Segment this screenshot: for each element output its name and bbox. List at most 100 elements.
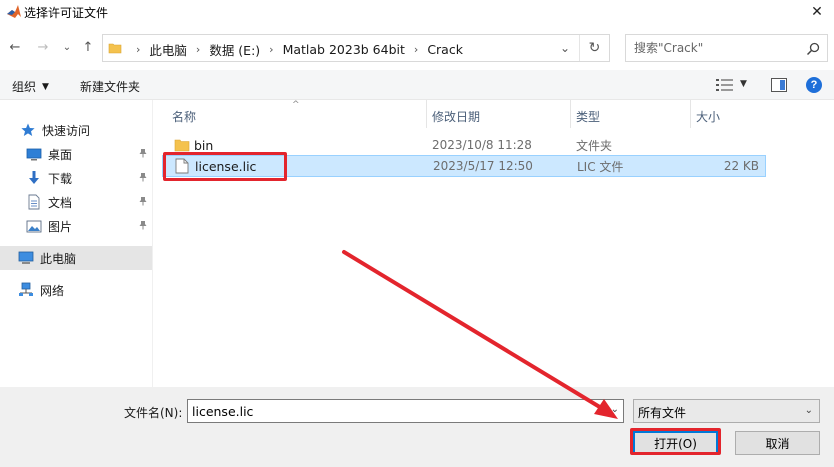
column-header-date[interactable]: 修改日期 xyxy=(432,108,480,125)
sidebar-item-label: 网络 xyxy=(40,283,65,298)
sidebar-item-label: 此电脑 xyxy=(40,251,77,266)
sidebar-item-pictures[interactable]: 图片 xyxy=(0,214,152,238)
open-button[interactable]: 打开(O) xyxy=(633,431,718,455)
search-box[interactable] xyxy=(625,34,828,62)
up-button[interactable]: ↑ xyxy=(79,38,97,56)
column-header-type[interactable]: 类型 xyxy=(576,108,600,125)
search-input[interactable] xyxy=(634,40,804,56)
column-header-size[interactable]: 大小 xyxy=(696,108,720,125)
file-name: license.lic xyxy=(195,158,257,174)
filename-combobox[interactable]: ⌄ xyxy=(187,399,624,423)
filename-label: 文件名(N): xyxy=(124,406,183,420)
breadcrumb: › 此电脑 › 数据 (E:) › Matlab 2023b 64bit › C… xyxy=(127,40,463,59)
matlab-icon xyxy=(7,5,21,18)
column-divider[interactable] xyxy=(570,100,571,128)
view-options-caret-icon[interactable]: ▼ xyxy=(740,79,747,89)
breadcrumb-separator: › xyxy=(413,42,419,56)
cancel-button[interactable]: 取消 xyxy=(735,431,820,455)
address-history-button[interactable]: ⌄ xyxy=(557,40,573,56)
cancel-button-label: 取消 xyxy=(765,436,790,451)
new-folder-label: 新建文件夹 xyxy=(80,80,141,94)
download-icon xyxy=(29,171,39,184)
breadcrumb-item-crack[interactable]: Crack xyxy=(427,42,463,57)
file-list: ^ 名称 修改日期 类型 大小 bin 2023/10/8 11:28 文件夹 … xyxy=(154,100,834,387)
forward-arrow-icon: → xyxy=(37,39,49,55)
new-folder-button[interactable]: 新建文件夹 xyxy=(80,78,140,95)
window-title: 选择许可证文件 xyxy=(24,6,109,20)
sidebar-item-label: 下载 xyxy=(48,171,73,186)
file-type: LIC 文件 xyxy=(577,159,624,174)
folder-icon xyxy=(108,43,122,54)
chevron-down-icon: ⌄ xyxy=(804,405,813,416)
back-arrow-icon: ← xyxy=(9,39,21,55)
file-date: 2023/5/17 12:50 xyxy=(433,159,533,173)
address-bar[interactable]: › 此电脑 › 数据 (E:) › Matlab 2023b 64bit › C… xyxy=(102,34,610,62)
close-button[interactable]: ✕ xyxy=(800,0,834,24)
chevron-down-icon[interactable]: ⌄ xyxy=(611,404,619,415)
sort-ascending-icon: ^ xyxy=(292,100,300,110)
dialog-footer: 文件名(N): ⌄ 所有文件 ⌄ 打开(O) 取消 xyxy=(0,387,834,467)
file-size: 22 KB xyxy=(723,159,759,173)
command-bar: 组织 ▼ 新建文件夹 ▼ ? xyxy=(0,70,834,100)
filetype-select[interactable]: 所有文件 ⌄ xyxy=(633,399,820,423)
sidebar-item-label: 快速访问 xyxy=(42,123,91,138)
file-row-license-lic[interactable]: license.lic 2023/5/17 12:50 LIC 文件 22 KB xyxy=(162,155,766,177)
navigation-bar: ← → ⌄ ↑ › 此电脑 › 数据 (E:) › Matlab 2023b 6… xyxy=(0,32,834,62)
column-divider[interactable] xyxy=(426,100,427,128)
breadcrumb-separator: › xyxy=(136,42,141,56)
sidebar-item-label: 桌面 xyxy=(48,147,73,162)
forward-button[interactable]: → xyxy=(34,38,52,56)
pin-icon xyxy=(138,172,148,185)
column-header-name[interactable]: 名称 xyxy=(172,108,196,125)
computer-icon xyxy=(18,251,34,264)
help-icon[interactable]: ? xyxy=(806,77,822,93)
folder-icon xyxy=(174,139,190,152)
file-date: 2023/10/8 11:28 xyxy=(432,138,532,152)
sidebar-item-downloads[interactable]: 下载 xyxy=(0,166,152,190)
refresh-button[interactable]: ↻ xyxy=(579,35,609,61)
sidebar-item-documents[interactable]: 文档 xyxy=(0,190,152,214)
caret-down-icon: ▼ xyxy=(42,81,49,92)
organize-menu[interactable]: 组织 ▼ xyxy=(12,78,49,95)
picture-icon xyxy=(26,220,42,233)
organize-label: 组织 xyxy=(12,80,37,94)
navigation-pane: 快速访问 桌面 下载 文档 图片 此电脑 网络 xyxy=(0,100,153,387)
file-name: bin xyxy=(194,137,214,153)
search-icon xyxy=(806,42,820,56)
filename-input[interactable] xyxy=(192,403,592,419)
file-icon xyxy=(175,158,189,174)
breadcrumb-item-drive-e[interactable]: 数据 (E:) xyxy=(209,40,260,59)
desktop-icon xyxy=(26,148,42,161)
sidebar-item-network[interactable]: 网络 xyxy=(0,278,152,302)
back-button[interactable]: ← xyxy=(6,38,24,56)
sidebar-item-this-pc[interactable]: 此电脑 xyxy=(0,246,152,270)
file-row-bin[interactable]: bin 2023/10/8 11:28 文件夹 xyxy=(162,134,766,156)
document-icon xyxy=(28,194,40,210)
sidebar-item-desktop[interactable]: 桌面 xyxy=(0,142,152,166)
pin-icon xyxy=(138,148,148,161)
refresh-icon: ↻ xyxy=(588,40,601,56)
sidebar-item-quick-access[interactable]: 快速访问 xyxy=(0,118,152,142)
preview-pane-icon[interactable] xyxy=(771,78,787,92)
breadcrumb-item-matlab[interactable]: Matlab 2023b 64bit xyxy=(283,42,405,57)
open-button-label: 打开(O) xyxy=(654,436,697,451)
view-details-icon[interactable] xyxy=(716,78,734,92)
close-icon: ✕ xyxy=(811,4,823,20)
breadcrumb-separator: › xyxy=(195,42,201,56)
recent-locations-button[interactable]: ⌄ xyxy=(58,38,76,56)
title-bar: 选择许可证文件 ✕ xyxy=(0,0,834,24)
sidebar-item-label: 文档 xyxy=(48,195,73,210)
file-type: 文件夹 xyxy=(576,138,613,153)
chevron-down-icon: ⌄ xyxy=(62,41,72,53)
up-arrow-icon: ↑ xyxy=(82,39,94,55)
sidebar-item-label: 图片 xyxy=(48,219,73,234)
breadcrumb-item-this-pc[interactable]: 此电脑 xyxy=(149,40,187,59)
chevron-down-icon: ⌄ xyxy=(559,41,571,55)
filetype-value: 所有文件 xyxy=(638,406,687,420)
pin-icon xyxy=(138,220,148,233)
column-divider[interactable] xyxy=(690,100,691,128)
breadcrumb-separator: › xyxy=(269,42,274,56)
pin-icon xyxy=(138,196,148,209)
network-icon xyxy=(19,282,33,296)
star-icon xyxy=(21,123,35,136)
